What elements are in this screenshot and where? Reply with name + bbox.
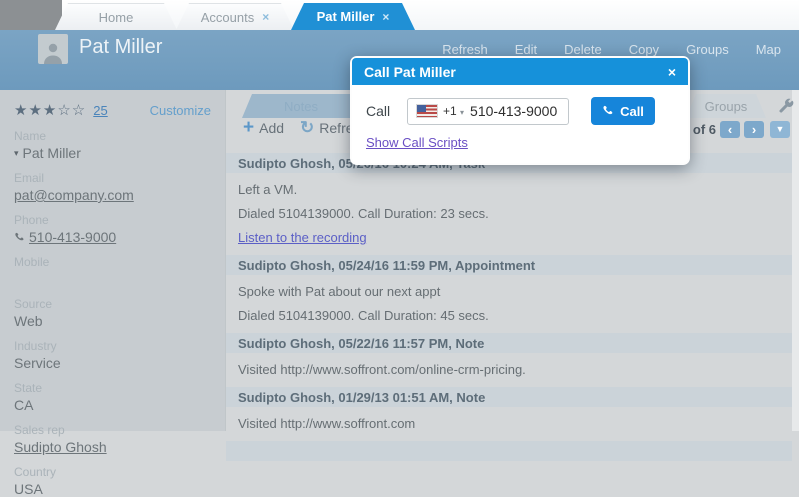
chevron-down-icon: ▼	[776, 125, 785, 134]
note-header: Sudipto Ghosh, 05/22/16 11:57 PM, Note	[226, 333, 792, 353]
page-size-dropdown[interactable]: ▼	[770, 121, 790, 138]
add-button[interactable]: + Add	[243, 120, 284, 136]
phone-link[interactable]: 510-413-9000	[29, 229, 116, 245]
call-button[interactable]: Call	[591, 97, 655, 125]
dial-code-value: +1	[443, 104, 457, 118]
field-country: Country USA	[14, 465, 211, 497]
field-label: Name	[14, 129, 211, 143]
chevron-down-icon: ▾	[460, 108, 464, 117]
us-flag-icon	[417, 105, 437, 117]
tab-pat-miller[interactable]: Pat Miller ×	[291, 3, 415, 30]
call-modal-title: Call Pat Miller	[364, 64, 456, 80]
refresh-icon: ↻	[300, 121, 314, 135]
note-line: Dialed 5104139000. Call Duration: 23 sec…	[226, 206, 792, 221]
add-label: Add	[259, 120, 284, 136]
field-label: Mobile	[14, 255, 211, 269]
field-label: Industry	[14, 339, 211, 353]
close-icon[interactable]: ×	[668, 64, 676, 80]
field-industry: Industry Service	[14, 339, 211, 371]
record-sidebar: ★★★☆☆ 25 Customize Name ▾ Pat Miller Ema…	[0, 90, 225, 431]
call-button-label: Call	[620, 104, 644, 119]
action-refresh[interactable]: Refresh	[442, 42, 488, 57]
dial-code-dropdown[interactable]: +1 ▾	[443, 104, 464, 118]
note-line: Visited http://www.soffront.com/online-c…	[226, 362, 792, 377]
note-line: Dialed 5104139000. Call Duration: 45 sec…	[226, 308, 792, 323]
show-call-scripts-link[interactable]: Show Call Scripts	[366, 135, 468, 150]
chevron-left-icon: ‹	[728, 123, 732, 136]
field-email: Email pat@company.com	[14, 171, 211, 203]
tab-notes-label: Notes	[284, 99, 318, 114]
prev-page-button[interactable]: ‹	[720, 121, 740, 138]
field-phone: Phone 510-413-9000	[14, 213, 211, 245]
field-mobile: Mobile	[14, 255, 211, 287]
phone-icon	[14, 232, 25, 243]
wrench-glyph	[777, 98, 795, 116]
chevron-down-icon[interactable]: ▾	[14, 148, 19, 159]
note-line: Left a VM.	[226, 182, 792, 197]
phone-number-input[interactable]	[470, 103, 562, 119]
note-header: Sudipto Ghosh, 01/29/13 01:51 AM, Note	[226, 387, 792, 407]
action-edit[interactable]: Edit	[515, 42, 537, 57]
tab-groups-label: Groups	[705, 99, 748, 114]
tab-pat-miller-close-icon[interactable]: ×	[382, 10, 389, 24]
field-value-country: USA	[14, 481, 211, 497]
star-rating[interactable]: ★★★☆☆	[14, 101, 86, 119]
field-name: Name ▾ Pat Miller	[14, 129, 211, 161]
call-modal: Call Pat Miller × Call +1 ▾ Call Show Ca…	[350, 56, 690, 165]
tab-groups[interactable]: Groups	[686, 94, 766, 118]
next-page-button[interactable]: ›	[744, 121, 764, 138]
note-header: Sudipto Ghosh, 05/24/16 11:59 PM, Appoin…	[226, 255, 792, 275]
note-header-partial	[226, 441, 792, 461]
plus-icon: +	[243, 121, 254, 135]
field-value-source: Web	[14, 313, 211, 329]
panel-edge	[792, 90, 799, 431]
tab-accounts-close-icon[interactable]: ×	[262, 10, 269, 24]
field-label: Sales rep	[14, 423, 211, 437]
tab-accounts-label: Accounts	[201, 10, 254, 25]
person-icon	[41, 40, 65, 64]
action-map[interactable]: Map	[756, 42, 781, 57]
sales-rep-link[interactable]: Sudipto Ghosh	[14, 439, 107, 455]
field-label: State	[14, 381, 211, 395]
rating-row: ★★★☆☆ 25 Customize	[14, 101, 211, 119]
note-line: Spoke with Pat about our next appt	[226, 284, 792, 299]
field-label: Phone	[14, 213, 211, 227]
field-sales-rep: Sales rep Sudipto Ghosh	[14, 423, 211, 455]
field-source: Source Web	[14, 297, 211, 329]
recording-link[interactable]: Listen to the recording	[238, 230, 367, 245]
tab-bar: Home Accounts × Pat Miller ×	[0, 0, 799, 30]
field-label: Source	[14, 297, 211, 311]
record-actions: Refresh Edit Delete Copy Groups Map	[442, 42, 781, 57]
field-value-mobile	[14, 271, 211, 287]
field-label: Email	[14, 171, 211, 185]
call-modal-body: Call +1 ▾ Call Show Call Scripts	[352, 85, 688, 163]
tab-notes[interactable]: Notes	[242, 94, 360, 118]
field-state: State CA	[14, 381, 211, 413]
call-field-label: Call	[366, 103, 407, 119]
rating-count-link[interactable]: 25	[93, 103, 107, 118]
phone-icon	[602, 105, 614, 117]
notes-list: Sudipto Ghosh, 05/26/16 10:24 AM, Task L…	[226, 150, 792, 470]
tab-accounts[interactable]: Accounts ×	[176, 3, 294, 30]
chevron-right-icon: ›	[752, 123, 756, 136]
page-title: Pat Miller	[79, 36, 162, 59]
avatar	[38, 34, 68, 64]
note-line: Visited http://www.soffront.com	[226, 416, 792, 431]
call-modal-header: Call Pat Miller ×	[352, 58, 688, 85]
tabbar-corner	[0, 0, 62, 30]
field-value-name: Pat Miller	[23, 145, 81, 161]
customize-link[interactable]: Customize	[150, 103, 211, 118]
wrench-icon[interactable]	[777, 98, 795, 116]
phone-input-group: +1 ▾	[407, 98, 569, 125]
action-groups[interactable]: Groups	[686, 42, 729, 57]
tab-home[interactable]: Home	[55, 3, 177, 30]
action-copy[interactable]: Copy	[629, 42, 659, 57]
email-link[interactable]: pat@company.com	[14, 187, 134, 203]
tab-pat-miller-label: Pat Miller	[317, 9, 375, 24]
tab-home-label: Home	[99, 10, 134, 25]
field-value-state: CA	[14, 397, 211, 413]
action-delete[interactable]: Delete	[564, 42, 602, 57]
field-value-industry: Service	[14, 355, 211, 371]
field-label: Country	[14, 465, 211, 479]
